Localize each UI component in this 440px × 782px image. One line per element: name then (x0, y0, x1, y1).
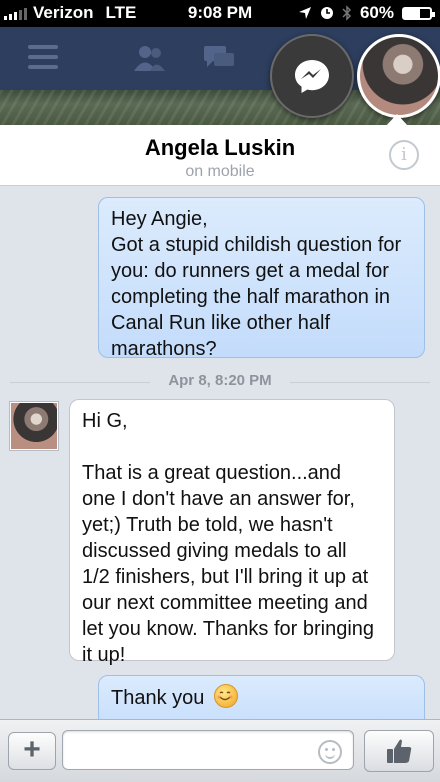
alarm-icon (320, 7, 333, 19)
sender-avatar[interactable] (10, 402, 58, 450)
message-composer: + (0, 719, 440, 782)
incoming-message: Hi G, That is a great question...and one… (69, 399, 395, 666)
menu-icon[interactable] (28, 45, 58, 75)
contact-chat-head-avatar[interactable] (357, 34, 440, 118)
message-input-wrapper[interactable] (62, 730, 354, 770)
battery-percent: 60% (359, 3, 394, 22)
message-line: one I don't have an answer for, (82, 488, 355, 510)
add-attachment-button[interactable]: + (8, 732, 56, 770)
bluetooth-icon (342, 5, 352, 21)
message-line: 1/2 finishers, but I'll bring it up at (82, 566, 369, 588)
message-line: marathons? (111, 338, 217, 360)
message-line (82, 434, 382, 460)
message-line: you: do runners get a medal for (111, 260, 389, 282)
status-right: 60% (298, 3, 435, 23)
message-line: discussed giving medals to all (82, 540, 347, 562)
thumbs-up-icon (387, 739, 412, 763)
status-bar: Verizon LTE 9:08 PM 60% (0, 0, 440, 27)
message-line: Canal Run like other half (111, 312, 331, 334)
friends-icon[interactable] (132, 44, 166, 72)
message-input[interactable] (71, 737, 315, 765)
message-line: Hi G, (82, 410, 128, 432)
message-line: Got a stupid childish question for (111, 234, 402, 256)
message-text: Thank you (111, 687, 205, 709)
conversation-header: Angela Luskin on mobile (0, 125, 440, 186)
smiling-face-emoji-icon (213, 684, 238, 708)
message-line: let you know. Thanks for bringing (82, 618, 375, 640)
message-line: That is a great question...and (82, 462, 342, 484)
message-line: yet;) Truth be told, we hasn't (82, 514, 333, 536)
like-button[interactable] (364, 730, 434, 772)
location-icon (298, 7, 311, 19)
message-line: Hey Angie, (111, 208, 208, 230)
messages-icon[interactable] (202, 44, 236, 72)
message-line: it up! (82, 644, 126, 666)
message-line: our next committee meeting and (82, 592, 368, 614)
messenger-chat-head[interactable] (270, 34, 354, 118)
message-timestamp: Apr 8, 8:20 PM (0, 372, 440, 392)
contact-status: on mobile (185, 163, 255, 180)
emoji-picker-icon[interactable] (318, 740, 342, 764)
contact-name: Angela Luskin (144, 135, 296, 160)
outgoing-message: Hey Angie, Got a stupid childish questio… (98, 197, 425, 360)
message-line: completing the half marathon in (111, 286, 391, 308)
battery-icon (402, 6, 435, 20)
messenger-icon (295, 60, 329, 93)
info-icon[interactable]: i (389, 140, 419, 170)
